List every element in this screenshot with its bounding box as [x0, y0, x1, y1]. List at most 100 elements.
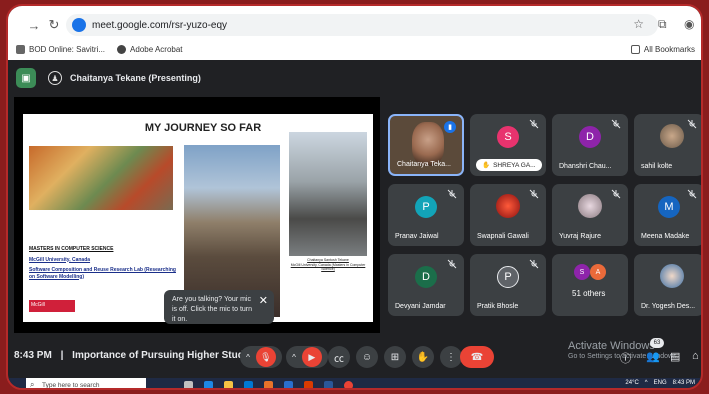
bookmark-bod-online[interactable]: BOD Online: Savitri...: [16, 44, 106, 54]
participant-tile[interactable]: S ✋ SHREYA GA...: [470, 114, 546, 176]
mic-off-icon: [447, 259, 457, 269]
folder-icon: [630, 44, 640, 54]
present-button[interactable]: ⊞: [384, 346, 406, 368]
powerpoint-icon[interactable]: [304, 381, 313, 388]
store-icon[interactable]: [244, 381, 253, 388]
participant-tile[interactable]: P Pratik Bhosle: [470, 254, 546, 316]
participant-tile[interactable]: Dr. Yogesh Des...: [634, 254, 701, 316]
others-count: 51 others: [572, 289, 606, 298]
activate-title: Activate Windows: [568, 340, 655, 352]
meeting-top-bar: ▣ ♟ Chaitanya Tekane (Presenting): [8, 62, 701, 94]
mic-off-icon: [447, 189, 457, 199]
video-feed: [412, 122, 444, 166]
camera-off-icon[interactable]: ▶: [301, 347, 322, 367]
browser-chrome: → ↻ meet.google.com/rsr-yuzo-eqy ☆ ⧉ ◉ B…: [8, 6, 701, 60]
participant-tile[interactable]: D Devyani Jamdar: [388, 254, 464, 316]
degree-text: MASTERS IN COMPUTER SCIENCE: [29, 246, 114, 252]
campus-photo: [29, 146, 173, 210]
language-indicator[interactable]: ENG: [654, 380, 667, 386]
windows-taskbar: ⌕ Type here to search 24°C ^ ENG 8:43 PM: [8, 378, 701, 388]
mail-icon[interactable]: [284, 381, 293, 388]
avatar: M: [658, 196, 680, 218]
activities-icon[interactable]: ⌂: [692, 350, 699, 362]
taskbar-search[interactable]: ⌕ Type here to search: [26, 378, 146, 388]
chat-icon[interactable]: ▤: [670, 350, 680, 363]
participant-name: Yuvraj Rajure: [559, 233, 602, 240]
others-tile[interactable]: S A 51 others: [552, 254, 628, 316]
word-icon[interactable]: [324, 381, 333, 388]
meeting-title: Importance of Pursuing Higher Studies: [72, 350, 258, 361]
avatar: D: [579, 126, 601, 148]
participant-name: Dhanshri Chau...: [559, 163, 612, 170]
avatar: P: [415, 196, 437, 218]
bookmark-star-icon[interactable]: ☆: [633, 17, 644, 31]
meeting-info: 8:43 PM | Importance of Pursuing Higher …: [14, 350, 258, 361]
presenting-icon: ♟: [48, 71, 62, 85]
participant-name: Pranav Jaiwal: [395, 233, 439, 240]
captions-button[interactable]: ㏄: [328, 346, 350, 368]
participant-tile[interactable]: ▮ Chaitanya Teka...: [388, 114, 464, 176]
mic-control[interactable]: ^ 🎙: [240, 346, 282, 368]
university-text: McGill University, Canada: [29, 256, 91, 263]
mic-off-icon: [529, 119, 539, 129]
close-icon[interactable]: ✕: [259, 294, 268, 309]
bookmark-favicon-icon: [16, 44, 25, 54]
hand-icon: ✋: [416, 351, 430, 363]
emoji-icon: ☺: [361, 351, 373, 363]
address-row: → ↻ meet.google.com/rsr-yuzo-eqy ☆ ⧉ ◉: [8, 12, 701, 38]
caption-detail: McGill University, Canada (Masters in Co…: [290, 262, 366, 272]
edge-icon[interactable]: [204, 381, 213, 388]
taskbar-clock[interactable]: 8:43 PM: [673, 380, 695, 386]
camera-control[interactable]: ^ ▶: [286, 346, 328, 368]
participant-name: Swapnali Gawali: [477, 233, 529, 240]
bookmark-label: Adobe Acrobat: [130, 44, 183, 54]
people-icon[interactable]: 👥: [646, 350, 660, 363]
avatar: D: [415, 266, 437, 288]
bookmark-adobe-acrobat[interactable]: Adobe Acrobat: [117, 44, 183, 54]
speaking-icon: ▮: [444, 121, 456, 133]
mic-off-icon: [611, 189, 621, 199]
extensions-icon[interactable]: ⧉: [658, 17, 667, 32]
participant-count-badge: 63: [650, 338, 664, 348]
participant-tile[interactable]: Swapnali Gawali: [470, 184, 546, 246]
avatar: A: [590, 264, 606, 280]
mic-off-icon: [529, 189, 539, 199]
participant-tile[interactable]: D Dhanshri Chau...: [552, 114, 628, 176]
profile-icon[interactable]: ◉: [684, 17, 694, 31]
site-info-icon[interactable]: [72, 18, 86, 32]
layout-icon[interactable]: ▣: [16, 68, 36, 88]
bookmarks-bar: BOD Online: Savitri... Adobe Acrobat All…: [8, 40, 701, 58]
more-options-button[interactable]: ⋮: [440, 346, 462, 368]
address-bar[interactable]: meet.google.com/rsr-yuzo-eqy ☆: [66, 14, 658, 36]
info-icon[interactable]: ⓘ: [620, 350, 631, 366]
presenter-label: Chaitanya Tekane (Presenting): [70, 73, 201, 83]
adobe-acrobat-icon: [117, 44, 127, 54]
screen-frame: → ↻ meet.google.com/rsr-yuzo-eqy ☆ ⧉ ◉ B…: [6, 4, 703, 390]
raise-hand-button[interactable]: ✋: [412, 346, 434, 368]
participant-tile[interactable]: M Meena Madake: [634, 184, 701, 246]
mic-off-tooltip: Are you talking? Your mic is off. Click …: [164, 290, 274, 324]
leave-call-button[interactable]: ☎: [460, 346, 494, 368]
meeting-controls-bar: 8:43 PM | Importance of Pursuing Higher …: [8, 338, 701, 374]
forward-icon[interactable]: →: [24, 15, 44, 35]
chevron-up-icon[interactable]: ^: [292, 353, 296, 362]
task-view-icon[interactable]: [184, 381, 193, 388]
reload-icon[interactable]: ↻: [44, 15, 64, 35]
participant-tile[interactable]: P Pranav Jaiwal: [388, 184, 464, 246]
participant-name: sahil kolte: [641, 163, 673, 170]
participant-tile[interactable]: Yuvraj Rajure: [552, 184, 628, 246]
weather-text[interactable]: 24°C: [625, 380, 638, 386]
participant-name: Chaitanya Teka...: [397, 161, 451, 168]
participant-name: Dr. Yogesh Des...: [641, 303, 696, 310]
reactions-button[interactable]: ☺: [356, 346, 378, 368]
bookmark-label: BOD Online: Savitri...: [29, 44, 106, 54]
avatar-photo: [578, 194, 602, 218]
firefox-icon[interactable]: [264, 381, 273, 388]
participant-tile[interactable]: sahil kolte: [634, 114, 701, 176]
mic-off-icon[interactable]: 🎙: [255, 347, 276, 367]
chevron-up-icon[interactable]: ^: [645, 380, 648, 386]
chevron-up-icon[interactable]: ^: [246, 353, 250, 362]
file-explorer-icon[interactable]: [224, 381, 233, 388]
chrome-icon[interactable]: [344, 381, 353, 388]
all-bookmarks[interactable]: All Bookmarks: [630, 44, 695, 54]
